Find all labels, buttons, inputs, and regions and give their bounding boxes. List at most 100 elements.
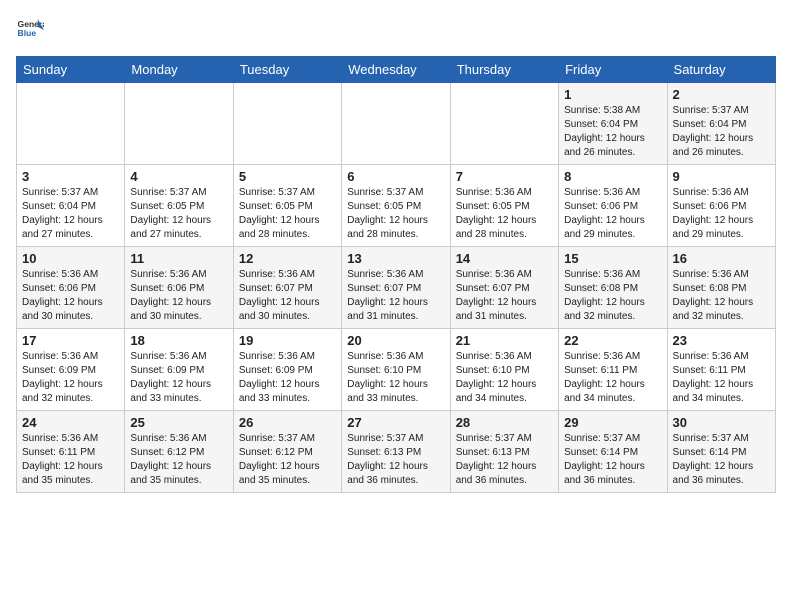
logo-icon: General Blue — [16, 16, 44, 44]
calendar-week-row: 17 Sunrise: 5:36 AM Sunset: 6:09 PM Dayli… — [17, 329, 776, 411]
day-info: Sunrise: 5:37 AM Sunset: 6:14 PM Dayligh… — [673, 432, 770, 488]
calendar-week-row: 10 Sunrise: 5:36 AM Sunset: 6:06 PM Dayli… — [17, 247, 776, 329]
day-number: 7 — [456, 169, 553, 184]
day-info: Sunrise: 5:36 AM Sunset: 6:05 PM Dayligh… — [456, 186, 553, 242]
day-number: 4 — [130, 169, 227, 184]
day-number: 29 — [564, 415, 661, 430]
calendar-day-cell: 16Sunrise: 5:36 AM Sunset: 6:08 PM Dayli… — [667, 247, 775, 329]
day-info: Sunrise: 5:37 AM Sunset: 6:05 PM Dayligh… — [130, 186, 227, 242]
calendar-day-cell: 15Sunrise: 5:36 AM Sunset: 6:08 PM Dayli… — [559, 247, 667, 329]
day-number: 15 — [564, 251, 661, 266]
weekday-header-cell: Saturday — [667, 57, 775, 83]
calendar-day-cell: 23 Sunrise: 5:36 AM Sunset: 6:11 PM Dayli… — [667, 329, 775, 411]
day-number: 23 — [673, 333, 770, 348]
calendar-day-cell — [450, 83, 558, 165]
day-info: Sunrise: 5:36 AM Sunset: 6:09 PM Dayligh… — [130, 350, 227, 406]
day-info: Sunrise: 5:36 AM Sunset: 6:08 PM Dayligh… — [673, 268, 770, 324]
day-info: Sunrise: 5:37 AM Sunset: 6:05 PM Dayligh… — [239, 186, 336, 242]
day-number: 1 — [564, 87, 661, 102]
calendar-day-cell — [125, 83, 233, 165]
calendar-day-cell: 11 Sunrise: 5:36 AM Sunset: 6:06 PM Dayli… — [125, 247, 233, 329]
day-number: 13 — [347, 251, 444, 266]
calendar-day-cell: 8 Sunrise: 5:36 AM Sunset: 6:06 PM Daylig… — [559, 165, 667, 247]
day-number: 11 — [130, 251, 227, 266]
calendar-day-cell: 12 Sunrise: 5:36 AM Sunset: 6:07 PM Dayli… — [233, 247, 341, 329]
day-number: 28 — [456, 415, 553, 430]
day-number: 19 — [239, 333, 336, 348]
day-number: 18 — [130, 333, 227, 348]
calendar-day-cell — [342, 83, 450, 165]
day-number: 9 — [673, 169, 770, 184]
calendar-day-cell: 30 Sunrise: 5:37 AM Sunset: 6:14 PM Dayli… — [667, 411, 775, 493]
day-info: Sunrise: 5:36 AM Sunset: 6:07 PM Dayligh… — [239, 268, 336, 324]
day-info: Sunrise: 5:36 AM Sunset: 6:10 PM Dayligh… — [456, 350, 553, 406]
day-number: 5 — [239, 169, 336, 184]
day-number: 27 — [347, 415, 444, 430]
day-number: 6 — [347, 169, 444, 184]
day-number: 24 — [22, 415, 119, 430]
day-info: Sunrise: 5:37 AM Sunset: 6:14 PM Dayligh… — [564, 432, 661, 488]
day-number: 8 — [564, 169, 661, 184]
day-info: Sunrise: 5:36 AM Sunset: 6:09 PM Dayligh… — [22, 350, 119, 406]
day-info: Sunrise: 5:36 AM Sunset: 6:11 PM Dayligh… — [673, 350, 770, 406]
day-info: Sunrise: 5:38 AM Sunset: 6:04 PM Dayligh… — [564, 104, 661, 160]
calendar-day-cell: 4 Sunrise: 5:37 AM Sunset: 6:05 PM Daylig… — [125, 165, 233, 247]
calendar-body: 1 Sunrise: 5:38 AM Sunset: 6:04 PM Daylig… — [17, 83, 776, 493]
weekday-header-cell: Monday — [125, 57, 233, 83]
calendar-day-cell: 7 Sunrise: 5:36 AM Sunset: 6:05 PM Daylig… — [450, 165, 558, 247]
day-number: 3 — [22, 169, 119, 184]
day-info: Sunrise: 5:37 AM Sunset: 6:13 PM Dayligh… — [456, 432, 553, 488]
calendar-day-cell: 17 Sunrise: 5:36 AM Sunset: 6:09 PM Dayli… — [17, 329, 125, 411]
day-number: 12 — [239, 251, 336, 266]
day-number: 2 — [673, 87, 770, 102]
calendar-day-cell: 24 Sunrise: 5:36 AM Sunset: 6:11 PM Dayli… — [17, 411, 125, 493]
day-number: 17 — [22, 333, 119, 348]
calendar-day-cell: 20 Sunrise: 5:36 AM Sunset: 6:10 PM Dayli… — [342, 329, 450, 411]
weekday-header-row: SundayMondayTuesdayWednesdayThursdayFrid… — [17, 57, 776, 83]
svg-text:Blue: Blue — [18, 28, 37, 38]
day-number: 21 — [456, 333, 553, 348]
day-number: 20 — [347, 333, 444, 348]
day-info: Sunrise: 5:36 AM Sunset: 6:06 PM Dayligh… — [22, 268, 119, 324]
day-info: Sunrise: 5:36 AM Sunset: 6:07 PM Dayligh… — [456, 268, 553, 324]
weekday-header-cell: Friday — [559, 57, 667, 83]
day-info: Sunrise: 5:36 AM Sunset: 6:06 PM Dayligh… — [130, 268, 227, 324]
logo: General Blue — [16, 16, 48, 44]
day-number: 10 — [22, 251, 119, 266]
day-info: Sunrise: 5:36 AM Sunset: 6:09 PM Dayligh… — [239, 350, 336, 406]
calendar-table: SundayMondayTuesdayWednesdayThursdayFrid… — [16, 56, 776, 493]
calendar-day-cell: 22 Sunrise: 5:36 AM Sunset: 6:11 PM Dayli… — [559, 329, 667, 411]
calendar-day-cell: 18 Sunrise: 5:36 AM Sunset: 6:09 PM Dayli… — [125, 329, 233, 411]
calendar-day-cell: 28 Sunrise: 5:37 AM Sunset: 6:13 PM Dayli… — [450, 411, 558, 493]
day-number: 22 — [564, 333, 661, 348]
calendar-week-row: 3Sunrise: 5:37 AM Sunset: 6:04 PM Daylig… — [17, 165, 776, 247]
weekday-header-cell: Thursday — [450, 57, 558, 83]
calendar-day-cell: 25Sunrise: 5:36 AM Sunset: 6:12 PM Dayli… — [125, 411, 233, 493]
calendar-day-cell: 9Sunrise: 5:36 AM Sunset: 6:06 PM Daylig… — [667, 165, 775, 247]
day-info: Sunrise: 5:36 AM Sunset: 6:10 PM Dayligh… — [347, 350, 444, 406]
calendar-day-cell: 13Sunrise: 5:36 AM Sunset: 6:07 PM Dayli… — [342, 247, 450, 329]
day-number: 26 — [239, 415, 336, 430]
calendar-day-cell — [233, 83, 341, 165]
calendar-day-cell: 26Sunrise: 5:37 AM Sunset: 6:12 PM Dayli… — [233, 411, 341, 493]
calendar-day-cell: 2Sunrise: 5:37 AM Sunset: 6:04 PM Daylig… — [667, 83, 775, 165]
calendar-day-cell: 14 Sunrise: 5:36 AM Sunset: 6:07 PM Dayli… — [450, 247, 558, 329]
calendar-day-cell: 19 Sunrise: 5:36 AM Sunset: 6:09 PM Dayli… — [233, 329, 341, 411]
day-info: Sunrise: 5:36 AM Sunset: 6:11 PM Dayligh… — [564, 350, 661, 406]
day-info: Sunrise: 5:36 AM Sunset: 6:06 PM Dayligh… — [564, 186, 661, 242]
calendar-day-cell: 5 Sunrise: 5:37 AM Sunset: 6:05 PM Daylig… — [233, 165, 341, 247]
day-info: Sunrise: 5:36 AM Sunset: 6:11 PM Dayligh… — [22, 432, 119, 488]
weekday-header-cell: Wednesday — [342, 57, 450, 83]
day-info: Sunrise: 5:37 AM Sunset: 6:05 PM Dayligh… — [347, 186, 444, 242]
calendar-week-row: 1 Sunrise: 5:38 AM Sunset: 6:04 PM Daylig… — [17, 83, 776, 165]
calendar-day-cell: 10 Sunrise: 5:36 AM Sunset: 6:06 PM Dayli… — [17, 247, 125, 329]
calendar-day-cell: 3Sunrise: 5:37 AM Sunset: 6:04 PM Daylig… — [17, 165, 125, 247]
calendar-week-row: 24 Sunrise: 5:36 AM Sunset: 6:11 PM Dayli… — [17, 411, 776, 493]
day-number: 14 — [456, 251, 553, 266]
calendar-day-cell: 27Sunrise: 5:37 AM Sunset: 6:13 PM Dayli… — [342, 411, 450, 493]
calendar-day-cell: 21 Sunrise: 5:36 AM Sunset: 6:10 PM Dayli… — [450, 329, 558, 411]
weekday-header-cell: Sunday — [17, 57, 125, 83]
calendar-day-cell: 6 Sunrise: 5:37 AM Sunset: 6:05 PM Daylig… — [342, 165, 450, 247]
day-number: 30 — [673, 415, 770, 430]
page-header: General Blue — [16, 16, 776, 44]
